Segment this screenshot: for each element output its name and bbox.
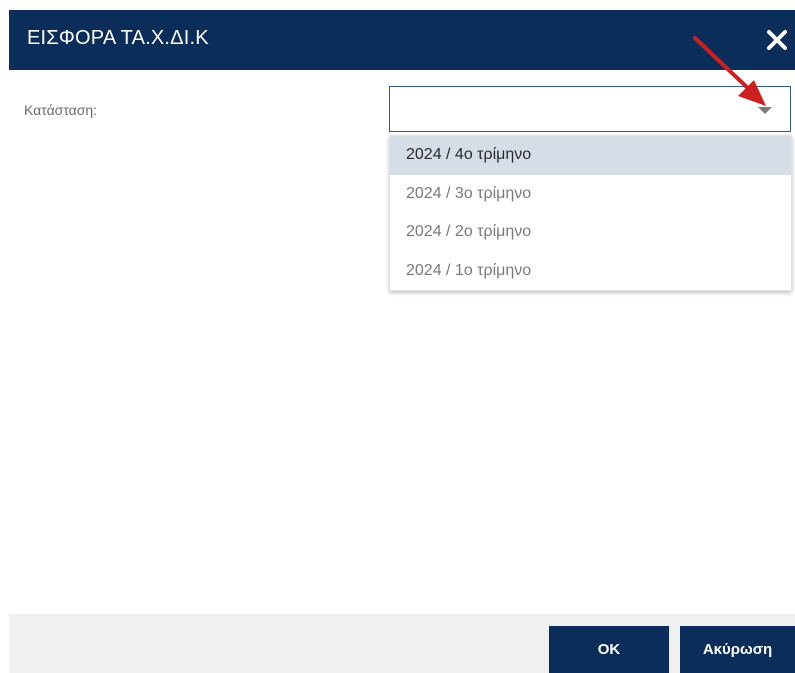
dialog: ΕΙΣΦΟΡΑ ΤΑ.Χ.ΔΙ.Κ Κατάσταση: 2024 / 4ο τ…	[0, 0, 795, 673]
dropdown-option[interactable]: 2024 / 3ο τρίμηνο	[390, 175, 791, 214]
close-button[interactable]	[763, 24, 791, 54]
status-dropdown-list: 2024 / 4ο τρίμηνο 2024 / 3ο τρίμηνο 2024…	[389, 135, 792, 291]
status-select[interactable]	[389, 86, 791, 132]
dropdown-option[interactable]: 2024 / 2ο τρίμηνο	[390, 213, 791, 252]
dialog-footer: OK Ακύρωση	[9, 614, 795, 673]
dialog-title: ΕΙΣΦΟΡΑ ΤΑ.Χ.ΔΙ.Κ	[27, 27, 209, 49]
dialog-titlebar: ΕΙΣΦΟΡΑ ΤΑ.Χ.ΔΙ.Κ	[9, 10, 795, 70]
chevron-down-icon[interactable]	[758, 107, 772, 114]
status-label: Κατάσταση:	[24, 102, 98, 118]
dropdown-option[interactable]: 2024 / 1ο τρίμηνο	[390, 252, 791, 291]
ok-button[interactable]: OK	[549, 626, 669, 673]
cancel-button[interactable]: Ακύρωση	[680, 626, 795, 673]
dropdown-option[interactable]: 2024 / 4ο τρίμηνο	[390, 136, 791, 175]
close-icon	[767, 30, 787, 50]
